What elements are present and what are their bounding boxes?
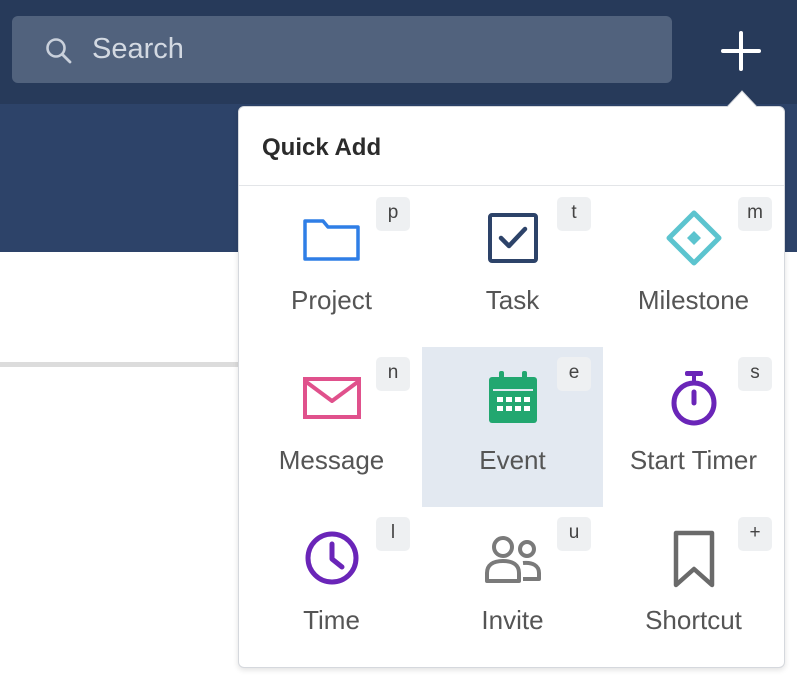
quick-add-task[interactable]: t Task <box>422 187 603 347</box>
envelope-icon <box>303 377 361 419</box>
shortcut-key: l <box>376 517 410 551</box>
shortcut-key: n <box>376 357 410 391</box>
search-box[interactable] <box>12 16 672 83</box>
quick-add-invite[interactable]: u Invite <box>422 507 603 667</box>
tile-label: Task <box>485 285 540 315</box>
quick-add-shortcut[interactable]: + Shortcut <box>603 507 784 667</box>
tile-label: Shortcut <box>645 605 742 635</box>
shortcut-key: m <box>738 197 772 231</box>
calendar-icon <box>489 371 537 423</box>
tile-label: Start Timer <box>629 445 758 475</box>
shortcut-key: e <box>557 357 591 391</box>
shortcut-key: p <box>376 197 410 231</box>
tile-label: Time <box>303 605 360 635</box>
shortcut-key: u <box>557 517 591 551</box>
tile-label: Event <box>479 445 546 475</box>
checkbox-icon <box>488 213 538 263</box>
content-divider <box>0 362 240 367</box>
quick-add-event[interactable]: e Event <box>422 347 603 507</box>
tile-label: Message <box>278 445 385 475</box>
milestone-icon <box>666 210 722 266</box>
popover-title: Quick Add <box>262 134 382 161</box>
tile-label: Project <box>291 285 372 315</box>
search-icon <box>46 38 72 64</box>
people-icon <box>485 536 541 583</box>
clock-icon <box>305 531 359 585</box>
stopwatch-icon <box>671 371 717 426</box>
popover-header: Quick Add <box>239 107 784 186</box>
search-input[interactable] <box>80 16 660 83</box>
quick-add-project[interactable]: p Project <box>241 187 422 347</box>
tile-label: Invite <box>481 605 544 635</box>
quick-add-time[interactable]: l Time <box>241 507 422 667</box>
quick-add-start-timer[interactable]: s Start Timer <box>603 347 784 507</box>
quick-add-popover: Quick Add p Project t Task m Milestone n… <box>238 106 785 668</box>
bookmark-icon <box>673 530 715 588</box>
shortcut-key: s <box>738 357 772 391</box>
shortcut-key: + <box>738 517 772 551</box>
tile-label: Milestone <box>637 285 750 315</box>
quick-add-milestone[interactable]: m Milestone <box>603 187 784 347</box>
folder-icon <box>303 219 360 261</box>
quick-add-message[interactable]: n Message <box>241 347 422 507</box>
add-button[interactable] <box>716 26 766 76</box>
popover-caret <box>727 90 757 113</box>
shortcut-key: t <box>557 197 591 231</box>
app-page: Quick Add p Project t Task m Milestone <box>0 0 797 681</box>
